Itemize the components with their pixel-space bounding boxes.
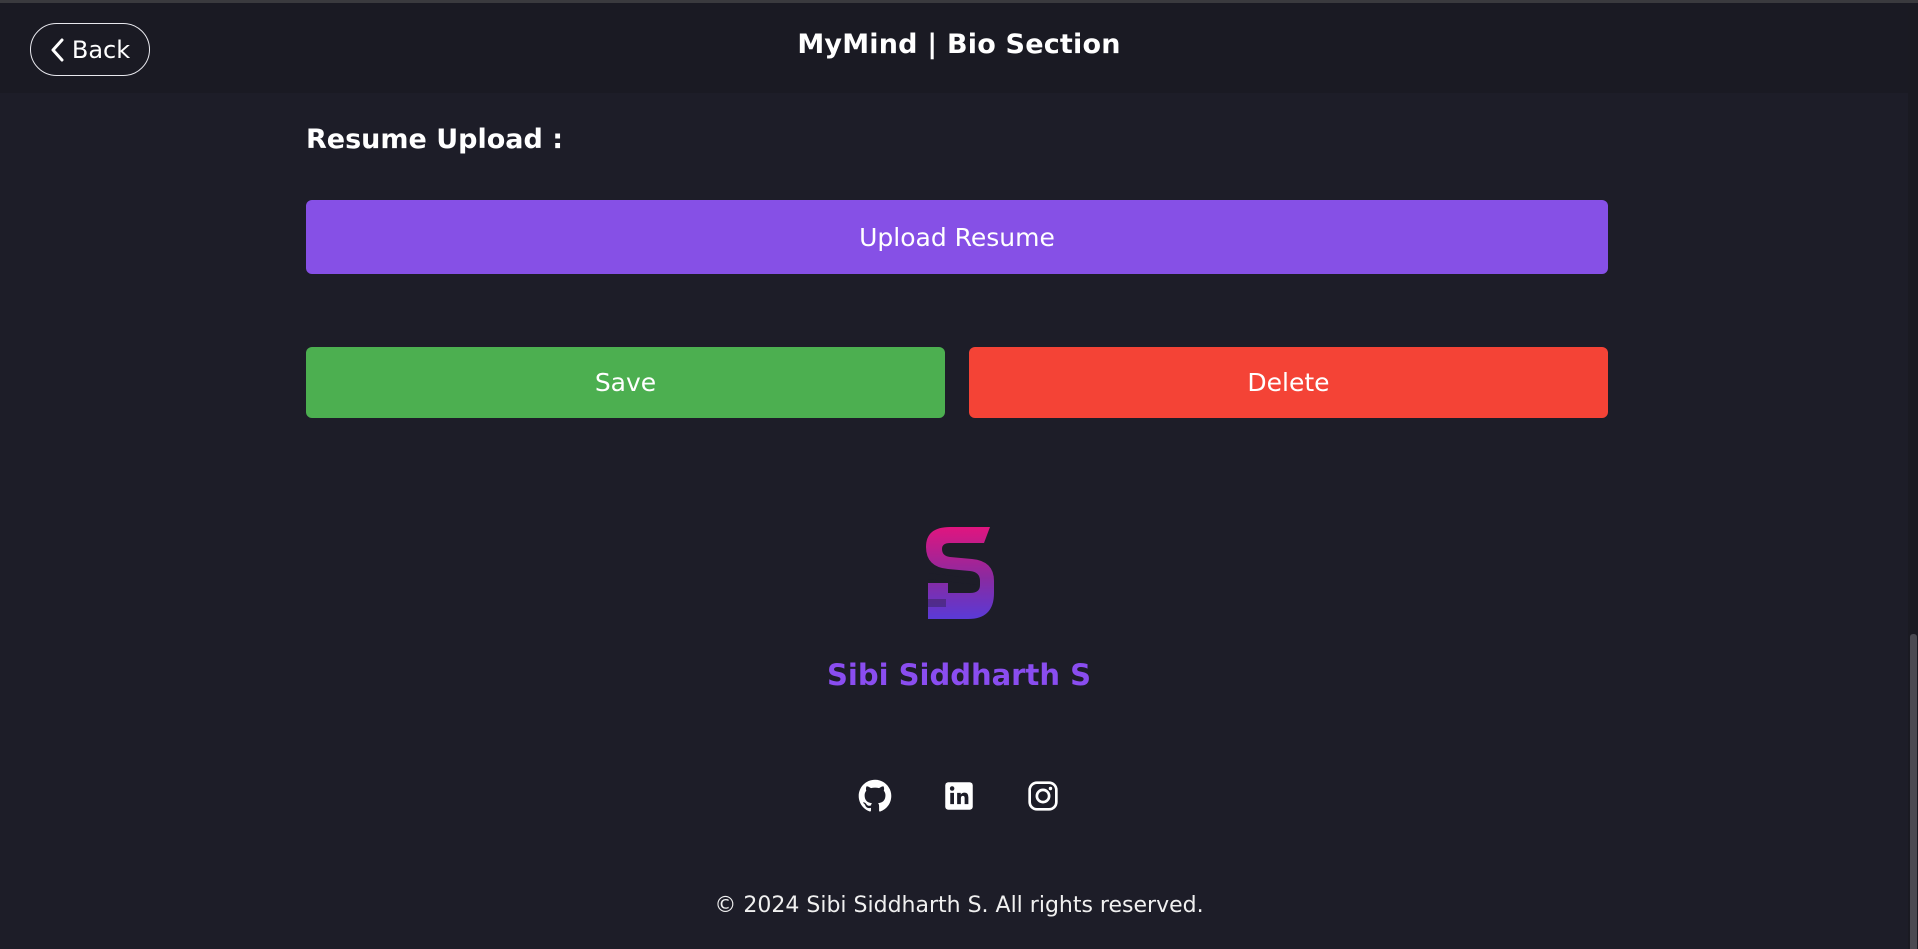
social-links: [0, 779, 1918, 817]
brand-logo: [918, 523, 998, 623]
delete-button[interactable]: Delete: [969, 347, 1608, 418]
instagram-link[interactable]: [1026, 781, 1060, 815]
resume-section-label: Resume Upload :: [306, 124, 564, 155]
copyright-text: © 2024 Sibi Siddharth S. All rights rese…: [714, 893, 1204, 918]
scrollbar[interactable]: [1908, 6, 1918, 949]
upload-resume-button[interactable]: Upload Resume: [306, 200, 1608, 274]
top-bar: Back MyMind | Bio Section: [0, 3, 1918, 93]
linkedin-link[interactable]: [942, 781, 976, 815]
save-button[interactable]: Save: [306, 347, 945, 418]
linkedin-icon: [944, 781, 974, 815]
github-icon: [858, 779, 892, 817]
page-title: MyMind | Bio Section: [797, 29, 1121, 60]
instagram-icon: [1027, 780, 1059, 816]
brand-name: Sibi Siddharth S: [827, 658, 1091, 692]
github-link[interactable]: [858, 779, 892, 817]
scrollbar-thumb[interactable]: [1910, 634, 1917, 949]
page: Back MyMind | Bio Section Resume Upload …: [0, 0, 1918, 949]
